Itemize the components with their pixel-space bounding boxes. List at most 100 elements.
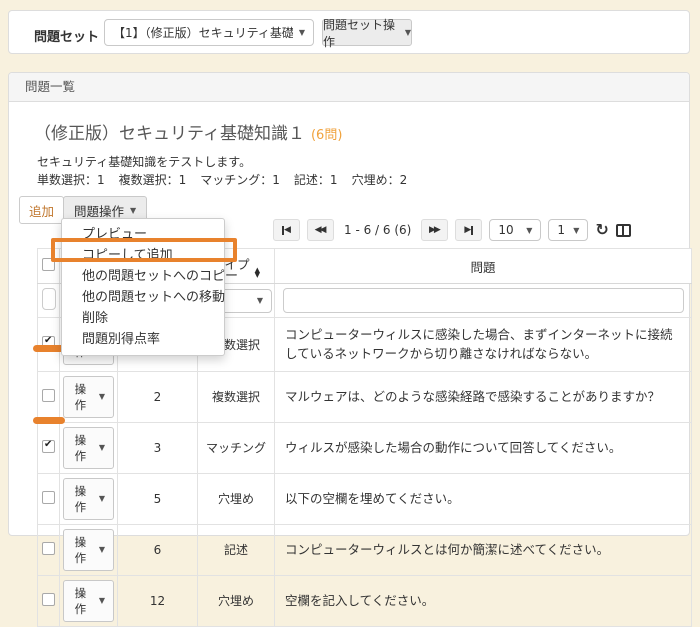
table-row: 操作 ▼ 5 穴埋め 以下の空欄を埋めてください。	[38, 473, 692, 524]
add-question-label: 追加	[29, 201, 54, 220]
row-action-label: 操作	[72, 432, 89, 464]
last-page-icon: ▶	[464, 226, 471, 235]
row-number: 2	[118, 371, 198, 422]
caret-down-icon: ▼	[99, 392, 105, 401]
page-size-select[interactable]: 10 ▼	[489, 219, 541, 241]
row-question: マルウェアは、どのような感染経路で感染することがありますか？	[275, 371, 692, 422]
stat-multi-choice: 複数選択：1	[119, 173, 187, 187]
caret-down-icon: ▼	[299, 28, 305, 37]
select-all-checkbox[interactable]	[42, 258, 55, 271]
row-type: 穴埋め	[198, 473, 275, 524]
stat-essay: 記述：1	[294, 173, 338, 187]
row-action-label: 操作	[72, 585, 89, 617]
table-row: 操作▼ 6 記述 コンピューターウィルスとは何か簡潔に述べてください。	[38, 524, 692, 575]
header-question: 問題	[275, 249, 692, 284]
caret-down-icon: ▼	[405, 28, 411, 37]
menu-item-preview[interactable]: プレビュー	[62, 224, 224, 245]
question-set-operations-button[interactable]: 問題セット操作 ▼	[322, 19, 412, 46]
page-number-value: 1	[557, 223, 565, 237]
row-action-button[interactable]: 操作 ▼	[63, 478, 114, 520]
sort-icon[interactable]: ▲▼	[255, 268, 260, 278]
menu-item-score-rate[interactable]: 問題別得点率	[62, 329, 224, 350]
row-checkbox[interactable]	[42, 542, 55, 555]
menu-item-copy-and-add[interactable]: コピーして追加	[62, 245, 224, 266]
header-checkbox-cell	[38, 249, 60, 284]
caret-down-icon: ▼	[573, 226, 579, 235]
row-checkbox[interactable]	[42, 491, 55, 504]
last-page-icon	[471, 226, 473, 235]
row-question: ウィルスが感染した場合の動作について回答してください。	[275, 422, 692, 473]
row-type: 記述	[198, 524, 275, 575]
filter-checkbox-cell	[38, 284, 60, 318]
orange-mark-annotation	[33, 417, 65, 424]
question-count-badge: (6問)	[311, 128, 342, 143]
row-action-label: 操作	[72, 381, 89, 413]
table-row: 操作 ▼ 3 マッチング ウィルスが感染した場合の動作について回答してください。	[38, 422, 692, 473]
row-action-label: 操作	[72, 534, 89, 566]
menu-item-move-to-other-set[interactable]: 他の問題セットへの移動	[62, 287, 224, 308]
table-row: 操作 ▼ 2 複数選択 マルウェアは、どのような感染経路で感染することがありますか…	[38, 371, 692, 422]
row-action-button[interactable]: 操作 ▼	[63, 580, 114, 622]
first-page-button[interactable]: ◀	[273, 219, 300, 241]
stat-single-choice: 単数選択：1	[37, 173, 105, 187]
row-action-button[interactable]: 操作▼	[63, 529, 114, 571]
row-type: マッチング	[198, 422, 275, 473]
row-action-label: 操作	[72, 483, 89, 515]
panel-title: 問題一覧	[9, 73, 689, 102]
row-question: 以下の空欄を埋めてください。	[275, 473, 692, 524]
quiz-description: セキュリティ基礎知識をテストします。	[37, 153, 251, 170]
table-row: 操作 ▼ 12 穴埋め 空欄を記入してください。	[38, 575, 692, 626]
row-type: 穴埋め	[198, 575, 275, 626]
row-checkbox[interactable]	[42, 389, 55, 402]
row-checkbox[interactable]	[42, 593, 55, 606]
quiz-type-stats: 単数選択：1 複数選択：1 マッチング：1 記述：1 穴埋め：2	[37, 171, 421, 188]
caret-down-icon: ▼	[99, 494, 105, 503]
columns-icon[interactable]	[616, 224, 631, 237]
row-number: 6	[118, 524, 198, 575]
last-page-button[interactable]: ▶	[455, 219, 482, 241]
question-set-operations-label: 問題セット操作	[323, 16, 399, 50]
question-set-label: 問題セット	[34, 26, 99, 45]
prev-page-button[interactable]: ◀◀	[307, 219, 334, 241]
row-number: 3	[118, 422, 198, 473]
pagination: ◀ ◀◀ 1 - 6 / 6 (6) ▶▶ ▶ 10 ▼ 1 ▼ ↻	[273, 219, 631, 241]
row-checkbox[interactable]	[42, 440, 55, 453]
row-action-button[interactable]: 操作 ▼	[63, 376, 114, 418]
question-operations-menu: プレビュー コピーして追加 他の問題セットへのコピー 他の問題セットへの移動 削…	[61, 218, 225, 356]
next-page-button[interactable]: ▶▶	[421, 219, 448, 241]
next-page-icon: ▶	[434, 226, 441, 235]
prev-page-icon: ◀	[320, 226, 327, 235]
row-question: コンピューターウィルスに感染した場合、まずインターネットに接続しているネットワー…	[275, 318, 692, 372]
add-question-button[interactable]: 追加	[19, 196, 64, 224]
menu-item-delete[interactable]: 削除	[62, 308, 224, 329]
row-number: 5	[118, 473, 198, 524]
question-operations-label: 問題操作	[74, 201, 124, 220]
row-question: 空欄を記入してください。	[275, 575, 692, 626]
filter-question-cell	[275, 284, 692, 318]
caret-down-icon: ▼	[99, 443, 105, 452]
row-type: 複数選択	[198, 371, 275, 422]
stat-fill-blank: 穴埋め：2	[352, 173, 408, 187]
caret-down-icon: ▼	[257, 296, 263, 305]
refresh-icon[interactable]: ↻	[595, 219, 608, 241]
question-set-select[interactable]: 【1】（修正版）セキュリティ基礎知識1(6問) ▼	[104, 19, 314, 46]
page-number-select[interactable]: 1 ▼	[548, 219, 588, 241]
stat-matching: マッチング：1	[200, 173, 280, 187]
filter-box[interactable]	[42, 288, 56, 310]
caret-down-icon: ▼	[130, 206, 136, 215]
header-question-label: 問題	[470, 260, 495, 275]
page-range-label: 1 - 6 / 6 (6)	[344, 223, 411, 237]
quiz-title: （修正版）セキュリティ基礎知識１ (6問)	[34, 119, 342, 144]
menu-item-copy-to-other-set[interactable]: 他の問題セットへのコピー	[62, 266, 224, 287]
row-action-button[interactable]: 操作 ▼	[63, 427, 114, 469]
row-question: コンピューターウィルスとは何か簡潔に述べてください。	[275, 524, 692, 575]
question-set-select-value: 【1】（修正版）セキュリティ基礎知識1(6問)	[113, 24, 293, 41]
quiz-title-text: （修正版）セキュリティ基礎知識１	[34, 124, 305, 144]
caret-down-icon: ▼	[99, 596, 105, 605]
page-size-value: 10	[498, 223, 513, 237]
caret-down-icon: ▼	[526, 226, 532, 235]
first-page-icon: ◀	[284, 226, 291, 235]
row-number: 12	[118, 575, 198, 626]
question-filter-input[interactable]	[283, 288, 684, 313]
question-set-bar: 問題セット 【1】（修正版）セキュリティ基礎知識1(6問) ▼ 問題セット操作 …	[8, 10, 690, 54]
